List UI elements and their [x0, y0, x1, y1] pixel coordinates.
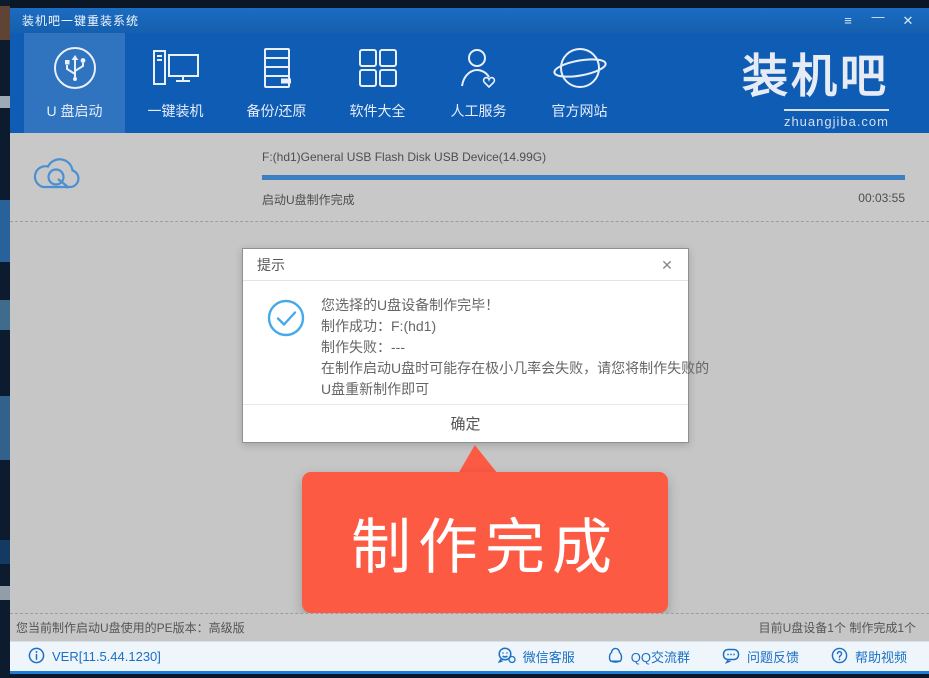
progress-status: 启动U盘制作完成 [262, 191, 355, 208]
desktop-icon-fragment [0, 586, 10, 600]
logo-text: 装机吧 [699, 41, 889, 113]
footer-bar: VER[11.5.44.1230] 微信客服 [10, 641, 929, 671]
dialog-footer: 确定 [243, 404, 688, 442]
info-icon [28, 647, 45, 667]
dialog-message-line: U盘重新制作即可 [321, 379, 670, 400]
content-area: 提示 ✕ 您选择的U盘设备制作完毕！ 制作成功：F:(hd1) 制作失败：---… [10, 222, 929, 613]
nav-item-human-service[interactable]: 人工服务 [428, 33, 529, 133]
window-title: 装机吧一键重装系统 [10, 12, 139, 29]
desktop-icon-fragment [0, 6, 10, 40]
completion-dialog: 提示 ✕ 您选择的U盘设备制作完毕！ 制作成功：F:(hd1) 制作失败：---… [242, 248, 689, 443]
qq-group-link[interactable]: QQ交流群 [607, 647, 690, 667]
minimize-button[interactable]: — [865, 10, 891, 32]
close-button[interactable]: ✕ [895, 10, 921, 32]
dialog-title: 提示 [257, 255, 285, 275]
cloud-download-icon [28, 149, 86, 204]
nav-item-label: 一键装机 [148, 101, 204, 121]
app-window: 装机吧一键重装系统 ≡ — ✕ [10, 8, 929, 671]
wechat-support-link[interactable]: 微信客服 [497, 647, 575, 667]
footer-link-label: QQ交流群 [631, 647, 690, 666]
nav-item-backup-restore[interactable]: 备份/还原 [226, 33, 327, 133]
titlebar: 装机吧一键重装系统 ≡ — ✕ [10, 8, 929, 33]
desktop-icon-fragment [0, 540, 10, 564]
feedback-bubble-icon [722, 647, 740, 667]
apps-grid-icon [352, 45, 404, 92]
wechat-icon [497, 647, 516, 667]
support-person-icon [453, 45, 505, 92]
footer-link-label: 问题反馈 [747, 647, 799, 666]
nav-item-label: 软件大全 [350, 101, 406, 121]
dialog-close-icon[interactable]: ✕ [656, 254, 678, 276]
dialog-message-line: 制作失败：--- [321, 337, 670, 358]
main-nav: U 盘启动 一键装机 [10, 33, 929, 133]
ok-button[interactable]: 确定 [243, 405, 688, 442]
dialog-message-line: 您选择的U盘设备制作完毕！ [321, 295, 670, 316]
version-info: VER[11.5.44.1230] [28, 647, 161, 667]
footer-links: 微信客服 QQ交流群 [497, 647, 907, 667]
footer-link-label: 帮助视频 [855, 647, 907, 666]
completion-callout: 制作完成 [302, 472, 668, 613]
dialog-message-line: 制作成功：F:(hd1) [321, 316, 670, 337]
progress-section: F:(hd1)General USB Flash Disk USB Device… [10, 133, 929, 222]
dialog-body: 您选择的U盘设备制作完毕！ 制作成功：F:(hd1) 制作失败：--- 在制作启… [243, 281, 688, 400]
window-bottom-edge [10, 671, 929, 674]
help-question-icon [831, 647, 848, 667]
nav-item-label: 人工服务 [451, 101, 507, 121]
menu-button[interactable]: ≡ [835, 10, 861, 32]
qq-icon [607, 647, 624, 667]
elapsed-time: 00:03:55 [858, 191, 905, 205]
callout-text: 制作完成 [351, 499, 619, 586]
computer-icon [150, 45, 202, 92]
footer-link-label: 微信客服 [523, 647, 575, 666]
brand-logo: 装机吧 zhuangjiba.com [699, 41, 889, 131]
usb-icon [49, 45, 101, 92]
success-check-icon [266, 298, 306, 343]
nav-item-official-website[interactable]: 官方网站 [529, 33, 630, 133]
version-label: VER[11.5.44.1230] [52, 649, 161, 664]
feedback-link[interactable]: 问题反馈 [722, 647, 799, 667]
nav-item-one-key-install[interactable]: 一键装机 [125, 33, 226, 133]
nav-item-label: 备份/还原 [247, 101, 307, 121]
desktop-icon-fragment [0, 300, 10, 330]
status-bar: 您当前制作启动U盘使用的PE版本：高级版 目前U盘设备1个 制作完成1个 [10, 613, 929, 641]
pe-version-status: 您当前制作启动U盘使用的PE版本：高级版 [16, 619, 245, 636]
progress-bar-fill [262, 175, 905, 180]
nav-item-label: U 盘启动 [47, 101, 103, 121]
dialog-header: 提示 ✕ [243, 249, 688, 281]
desktop-icon-fragment [0, 396, 10, 460]
desktop-background [0, 0, 10, 678]
screen: 装机吧一键重装系统 ≡ — ✕ [0, 0, 929, 678]
nav-item-usb-boot[interactable]: U 盘启动 [24, 33, 125, 133]
desktop-icon-fragment [0, 96, 10, 108]
website-globe-icon [552, 45, 608, 92]
window-controls: ≡ — ✕ [835, 8, 921, 33]
device-label: F:(hd1)General USB Flash Disk USB Device… [262, 150, 546, 164]
dialog-message-line: 在制作启动U盘时可能存在极小几率会失败，请您将制作失败的 [321, 358, 670, 379]
device-count-status: 目前U盘设备1个 制作完成1个 [759, 619, 916, 636]
desktop-icon-fragment [0, 200, 10, 262]
help-video-link[interactable]: 帮助视频 [831, 647, 907, 667]
logo-domain: zhuangjiba.com [784, 109, 889, 129]
progress-bar [262, 175, 905, 180]
backup-icon [251, 45, 303, 92]
nav-item-software-collection[interactable]: 软件大全 [327, 33, 428, 133]
nav-item-label: 官方网站 [552, 101, 608, 121]
callout-tail [458, 445, 498, 474]
